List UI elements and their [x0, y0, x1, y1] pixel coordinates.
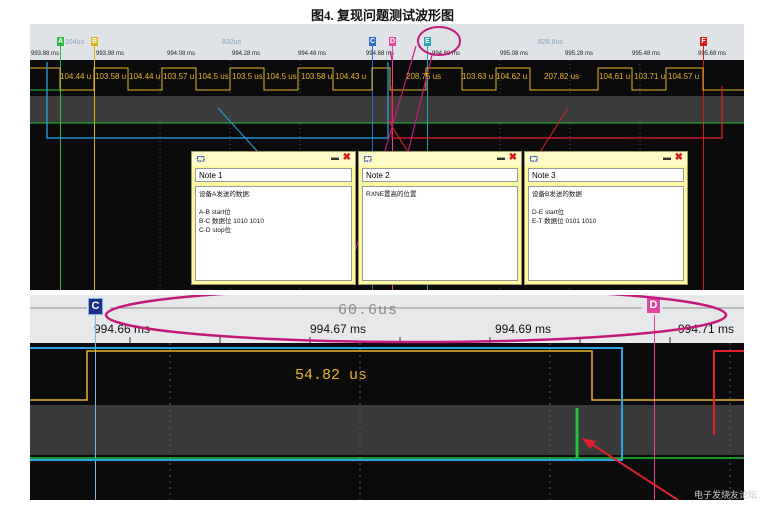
segment-value: 104.44 u: [129, 72, 161, 81]
segment-value: 103.5 us: [232, 72, 263, 81]
segment-value: 103.71 u: [634, 72, 666, 81]
segment-value: 104.61 u: [599, 72, 631, 81]
note-2[interactable]: ⮔ ▬ ✖ Note 2 RXNE置高的位置: [358, 151, 522, 285]
close-icon[interactable]: ✖: [509, 152, 517, 163]
close-icon[interactable]: ✖: [675, 152, 683, 163]
segment-value: 208.75 us: [406, 72, 442, 81]
note-title-field[interactable]: Note 3: [528, 168, 684, 182]
note-title-field[interactable]: Note 2: [362, 168, 518, 182]
pin-icon[interactable]: ⮔: [196, 154, 205, 168]
note-body-field[interactable]: 设备B发送的数据 D-E start位 E-T 数据位 0101 1010: [528, 186, 684, 281]
segment-value: 104.5 us: [198, 72, 229, 81]
minimize-icon[interactable]: ▬: [663, 153, 671, 162]
segment-value: 104.57 u: [668, 72, 700, 81]
note-body-field[interactable]: 设备A发送的数据: A-B start位 B-C 数据位 1010 1010 C…: [195, 186, 352, 281]
note-3[interactable]: ⮔ ▬ ✖ Note 3 设备B发送的数据 D-E start位 E-T 数据位…: [524, 151, 688, 285]
note-body-field[interactable]: RXNE置高的位置: [362, 186, 518, 281]
note-titlebar[interactable]: ⮔ ▬ ✖: [192, 152, 355, 166]
segment-value: 104.43 u: [335, 72, 367, 81]
segment-value: 103.58 u: [95, 72, 127, 81]
segment-value: 104.5 us: [266, 72, 297, 81]
segment-value: 103.57 u: [163, 72, 195, 81]
note-titlebar[interactable]: ⮔ ▬ ✖: [525, 152, 687, 166]
segment-value: 104.44 u: [60, 72, 92, 81]
minimize-icon[interactable]: ▬: [331, 153, 339, 162]
segment-value: 207.82 us: [544, 72, 580, 81]
segment-value: 103.63 u: [462, 72, 494, 81]
minimize-icon[interactable]: ▬: [497, 153, 505, 162]
note-1[interactable]: ⮔ ▬ ✖ Note 1 设备A发送的数据: A-B start位 B-C 数据…: [191, 151, 356, 285]
note-title-field[interactable]: Note 1: [195, 168, 352, 182]
note-titlebar[interactable]: ⮔ ▬ ✖: [359, 152, 521, 166]
watermark-text: 电子发烧友论坛: [694, 490, 758, 500]
pin-icon[interactable]: ⮔: [529, 154, 538, 168]
segment-value: 104.62 u: [496, 72, 528, 81]
pin-icon[interactable]: ⮔: [363, 154, 372, 168]
figure-title: 图4. 复现问题测试波形图: [310, 8, 454, 23]
close-icon[interactable]: ✖: [343, 152, 351, 163]
bottom-waveform-view[interactable]: 60.6us 994.66 ms 994.67 ms 994.69 ms 994…: [30, 295, 744, 500]
segment-value: 103.58 u: [301, 72, 333, 81]
bottom-waveforms: [30, 295, 744, 500]
